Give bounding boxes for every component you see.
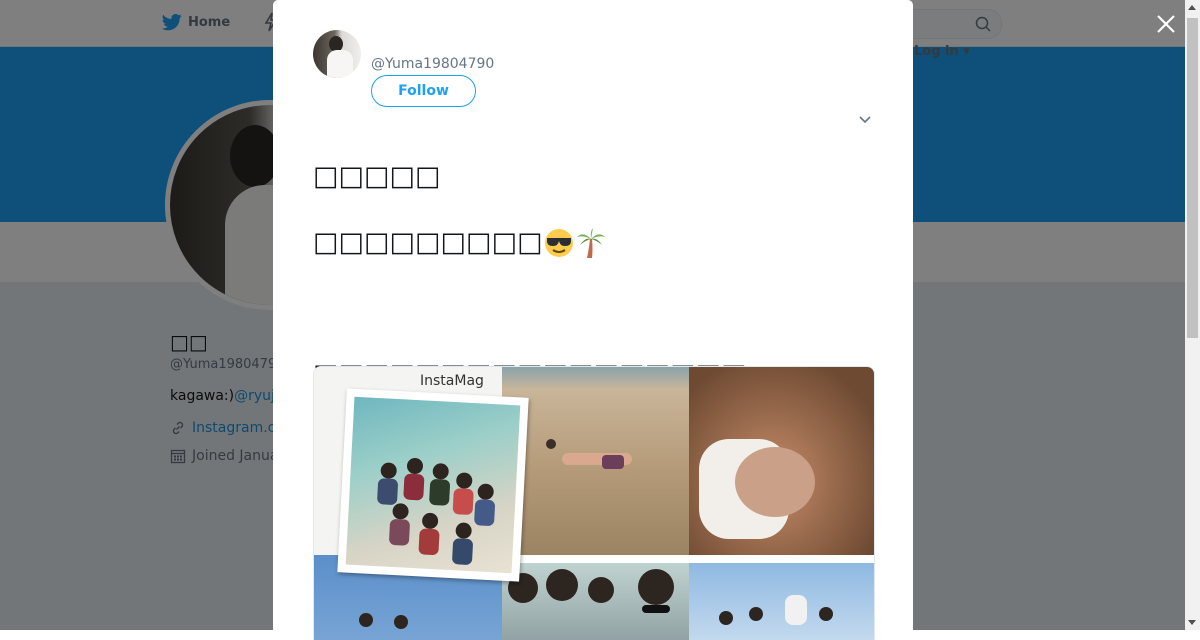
tweet-photo[interactable]: InstaMag: [313, 366, 875, 640]
tweet-line: [313, 292, 873, 325]
tweet-modal: @Yuma19804790 Follow □□□□□ □□□□□□□□□ □□□…: [273, 0, 913, 640]
chevron-down-icon[interactable]: [857, 112, 873, 126]
collage-polaroid: [337, 388, 529, 582]
collage-cell: [689, 367, 874, 555]
follow-button[interactable]: Follow: [371, 75, 476, 107]
tweet-line: □□□□□: [313, 161, 441, 192]
collage-cell: [502, 367, 689, 555]
smiling-face-with-sunglasses-icon: [544, 228, 573, 257]
tweet-author-handle[interactable]: @Yuma19804790: [371, 56, 494, 72]
collage-cell: [502, 563, 689, 640]
palm-tree-icon: [576, 227, 605, 258]
collage-cell: [689, 563, 874, 640]
tweet-author-avatar[interactable]: [313, 30, 361, 78]
instamag-watermark: InstaMag: [420, 373, 484, 389]
page-scrollbar[interactable]: [1185, 0, 1200, 630]
close-icon[interactable]: [1152, 10, 1180, 38]
tweet-line: □□□□□□□□□: [313, 226, 873, 259]
